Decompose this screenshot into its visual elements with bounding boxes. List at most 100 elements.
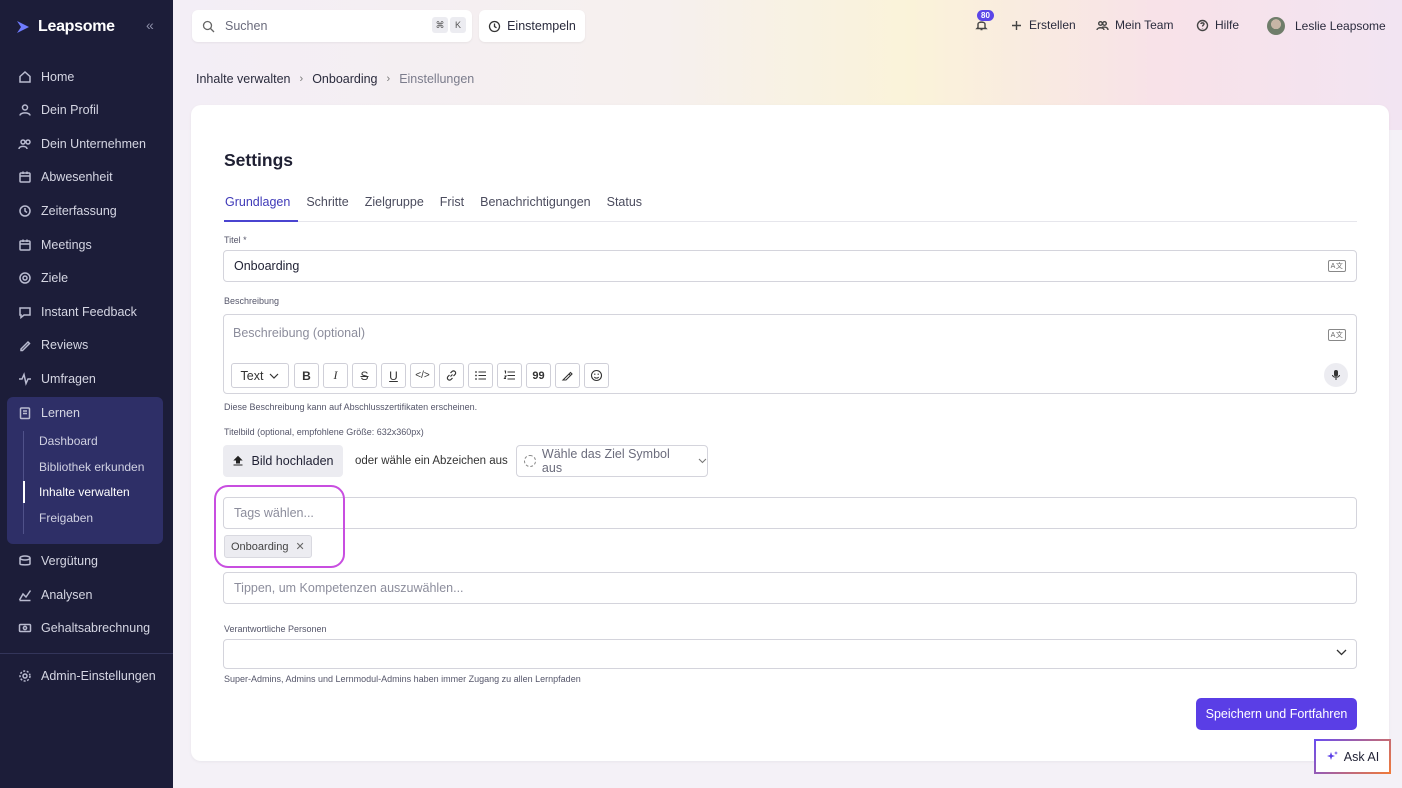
skills-field-wrapper [223, 572, 1357, 604]
code-icon[interactable]: </> [410, 363, 435, 388]
sidebar-subitem-dashboard[interactable]: Dashboard [39, 434, 98, 448]
chevron-down-icon [1336, 649, 1347, 656]
description-editor[interactable]: Beschreibung (optional) A文 Text B I S U … [223, 314, 1357, 394]
bold-icon[interactable]: B [294, 363, 319, 388]
save-and-continue-button[interactable]: Speichern und Fortfahren [1196, 698, 1357, 730]
my-team-button[interactable]: Mein Team [1096, 18, 1173, 32]
sidebar-item-label: Instant Feedback [41, 305, 137, 319]
title-input[interactable] [224, 251, 1356, 281]
sidebar-item-admin-settings[interactable]: Admin-Einstellungen [18, 666, 156, 686]
sidebar-item-instant-feedback[interactable]: Instant Feedback [18, 302, 137, 322]
tab-notifications[interactable]: Benachrichtigungen [472, 193, 599, 222]
sidebar-item-meetings[interactable]: Meetings [18, 235, 92, 255]
sidebar-item-analytics[interactable]: Analysen [18, 585, 92, 605]
bullet-list-icon[interactable] [468, 363, 493, 388]
sidebar-item-label: Umfragen [41, 372, 96, 386]
create-label: Erstellen [1029, 18, 1076, 32]
sidebar-subitem-manage-content[interactable]: Inhalte verwalten [39, 485, 130, 499]
breadcrumb-item-settings: Einstellungen [399, 72, 475, 86]
sparkle-icon [1326, 751, 1338, 760]
description-label: Beschreibung [224, 296, 280, 306]
sidebar-item-home[interactable]: Home [18, 67, 74, 87]
sidebar-item-label: Zeiterfassung [41, 204, 117, 218]
tab-status[interactable]: Status [599, 193, 650, 222]
sidebar-item-label: Gehaltsabrechnung [41, 621, 151, 635]
link-icon[interactable] [439, 363, 464, 388]
create-button[interactable]: Erstellen [1010, 18, 1076, 32]
people-icon [18, 139, 31, 150]
numbered-list-icon[interactable] [497, 363, 522, 388]
sidebar-item-label: Home [41, 70, 75, 84]
shortcut-key-cmd: ⌘ [432, 17, 448, 33]
quote-icon[interactable]: 99 [526, 363, 551, 388]
upload-image-button[interactable]: Bild hochladen [223, 445, 343, 477]
sidebar-item-goals[interactable]: Ziele [18, 268, 68, 288]
sidebar-subitem-approvals[interactable]: Freigaben [39, 511, 93, 525]
sidebar-item-label: Admin-Einstellungen [41, 669, 156, 683]
sidebar-item-payroll[interactable]: Gehaltsabrechnung [18, 618, 150, 638]
sidebar-item-label: Ziele [41, 271, 69, 285]
skills-input[interactable] [224, 573, 1356, 603]
breadcrumb-item-manage-content[interactable]: Inhalte verwalten [196, 72, 291, 86]
sidebar-divider [0, 653, 173, 654]
breadcrumb-item-onboarding[interactable]: Onboarding [312, 72, 377, 86]
collapse-sidebar-icon[interactable]: « [146, 17, 154, 33]
tab-basics[interactable]: Grundlagen [224, 193, 299, 222]
badge-select[interactable]: Wähle das Ziel Symbol aus [516, 445, 708, 477]
team-icon [1096, 20, 1109, 30]
sidebar-item-compensation[interactable]: Vergütung [18, 551, 98, 571]
responsible-hint: Super-Admins, Admins und Lernmodul-Admin… [224, 674, 581, 684]
clock-icon [19, 205, 31, 217]
leapsome-logo-icon [17, 21, 29, 33]
microphone-icon[interactable] [1324, 363, 1348, 387]
sidebar-item-label: Abwesenheit [41, 170, 113, 184]
sidebar-item-learning[interactable]: Lernen [18, 403, 80, 423]
sidebar-item-profile[interactable]: Dein Profil [18, 100, 99, 120]
target-icon [19, 272, 31, 284]
plus-icon [1012, 20, 1021, 30]
search-input[interactable] [225, 19, 415, 33]
underline-icon[interactable]: U [381, 363, 406, 388]
tags-input[interactable] [224, 498, 1356, 528]
sidebar-item-reviews[interactable]: Reviews [18, 335, 88, 355]
sidebar-subitem-library[interactable]: Bibliothek erkunden [39, 460, 144, 474]
tab-deadline[interactable]: Frist [432, 193, 472, 222]
translate-icon[interactable]: A文 [1328, 260, 1346, 272]
chart-icon [18, 590, 32, 602]
sidebar-item-surveys[interactable]: Umfragen [18, 369, 96, 389]
help-icon [1196, 19, 1209, 31]
avatar [1267, 17, 1285, 35]
focus-highlight-outline [214, 485, 345, 568]
italic-icon[interactable]: I [323, 363, 348, 388]
tab-steps[interactable]: Schritte [298, 193, 356, 222]
sidebar-item-company[interactable]: Dein Unternehmen [18, 134, 146, 154]
text-style-select[interactable]: Text [231, 363, 289, 388]
user-menu[interactable]: Leslie Leapsome [1267, 17, 1386, 35]
submenu-active-indicator [23, 481, 25, 503]
or-choose-badge-text: oder wähle ein Abzeichen aus [355, 455, 508, 467]
search-box[interactable]: ⌘ K [192, 10, 472, 42]
highlighter-icon[interactable] [555, 363, 580, 388]
sidebar-item-label: Dein Unternehmen [41, 137, 146, 151]
emoji-icon[interactable] [584, 363, 609, 388]
badge-placeholder-icon [524, 455, 536, 467]
sidebar-item-absence[interactable]: Abwesenheit [18, 167, 113, 187]
shortcut-key-k: K [450, 17, 466, 33]
chevron-right-icon: › [386, 73, 391, 85]
translate-icon[interactable]: A文 [1328, 329, 1346, 341]
strikethrough-icon[interactable]: S [352, 363, 377, 388]
cover-image-label: Titelbild (optional, empfohlene Größe: 6… [224, 427, 424, 437]
responsible-select[interactable] [223, 639, 1357, 669]
clock-in-button[interactable]: Einstempeln [479, 10, 585, 42]
coin-icon [19, 555, 31, 566]
help-button[interactable]: Hilfe [1196, 18, 1239, 32]
description-hint: Diese Beschreibung kann auf Abschlusszer… [224, 402, 478, 412]
brand-logo[interactable]: Leapsome [16, 18, 115, 36]
ask-ai-button[interactable]: Ask AI [1314, 739, 1391, 774]
tab-audience[interactable]: Zielgruppe [357, 193, 432, 222]
sidebar-item-time-tracking[interactable]: Zeiterfassung [18, 201, 117, 221]
pen-icon [20, 340, 31, 352]
clock-icon [488, 20, 501, 32]
title-field-wrapper: A文 [223, 250, 1357, 282]
sidebar-item-label: Reviews [41, 338, 89, 352]
